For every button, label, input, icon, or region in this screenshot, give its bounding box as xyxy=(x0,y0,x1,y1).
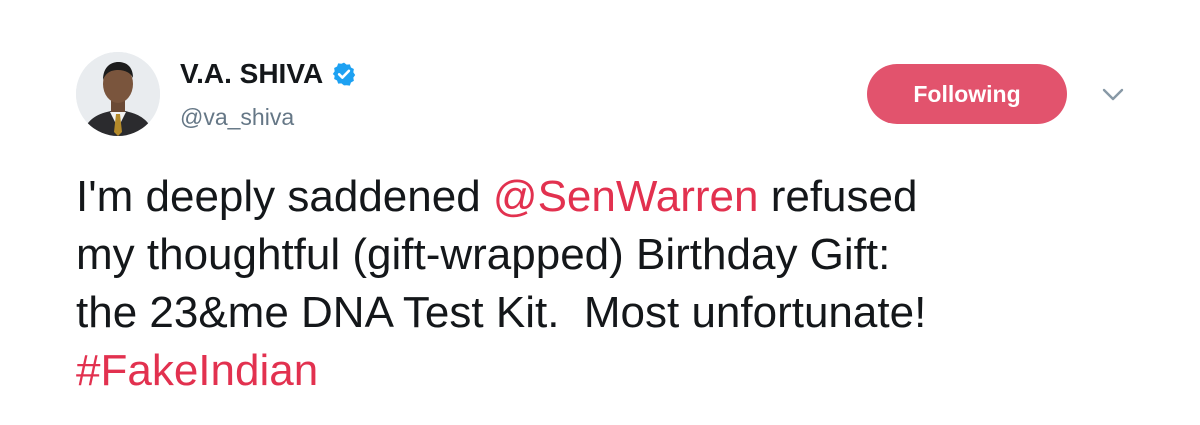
tweet-text-part: I'm deeply saddened xyxy=(76,172,493,221)
display-name[interactable]: V.A. SHIVA xyxy=(180,58,357,90)
display-name-text[interactable]: V.A. SHIVA xyxy=(180,58,323,90)
avatar-image xyxy=(76,52,160,136)
user-handle[interactable]: @va_shiva xyxy=(180,104,294,131)
verified-badge-icon xyxy=(333,62,356,86)
chevron-down-icon[interactable] xyxy=(1100,86,1126,104)
tweet-text: I'm deeply saddened @SenWarren refused m… xyxy=(76,168,1156,400)
avatar[interactable] xyxy=(76,52,160,136)
mention-link[interactable]: @SenWarren xyxy=(493,172,759,221)
tweet-card: V.A. SHIVA @va_shiva Following I'm deepl… xyxy=(0,0,1200,425)
hashtag-link[interactable]: #FakeIndian xyxy=(76,346,318,395)
following-button[interactable]: Following xyxy=(867,64,1067,124)
